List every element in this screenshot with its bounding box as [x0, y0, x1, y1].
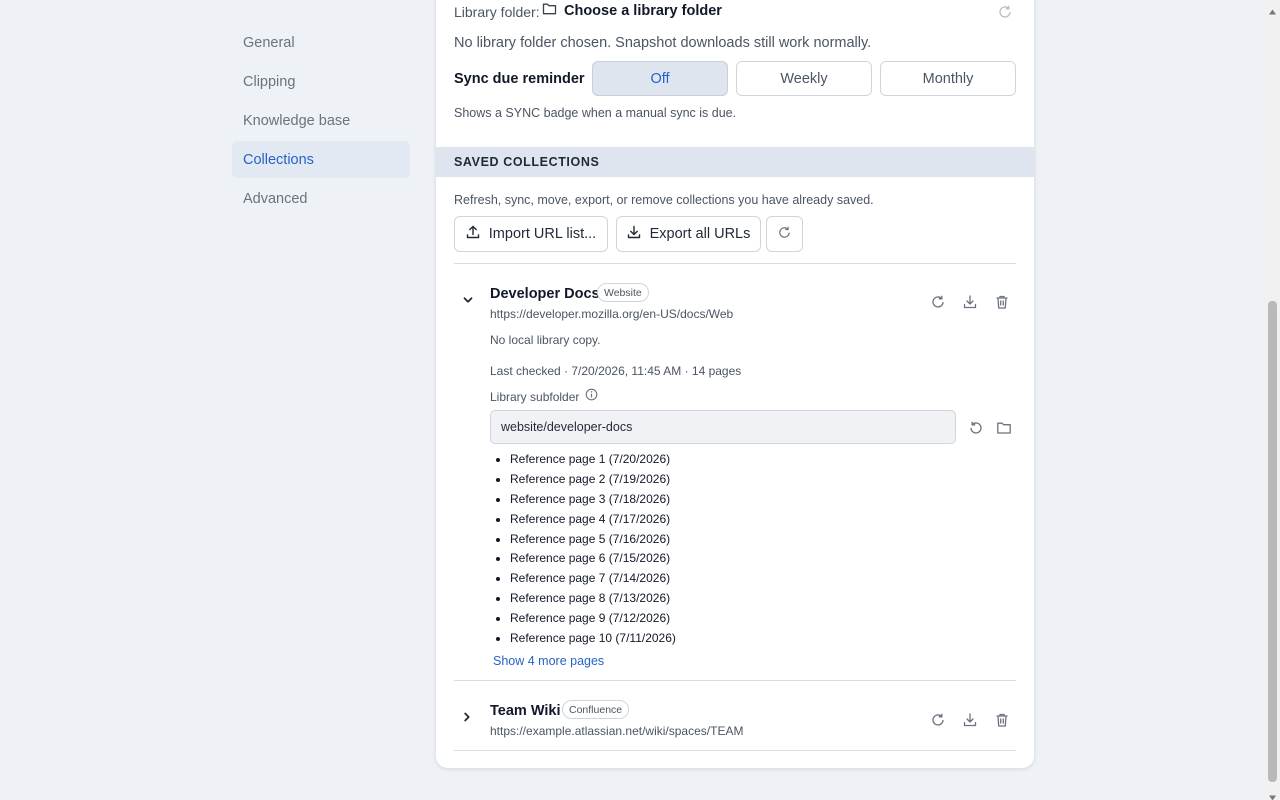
list-item: Reference page 2 (7/19/2026) [510, 470, 676, 490]
last-checked-text: Last checked · 7/20/2026, 11:45 AM · 14 … [490, 364, 742, 378]
collection-type-badge: Website [597, 283, 649, 302]
list-item: Reference page 9 (7/12/2026) [510, 609, 676, 629]
import-url-list-label: Import URL list... [488, 226, 597, 242]
refresh-icon [777, 225, 792, 244]
collection-name: Developer Docs [490, 286, 600, 302]
sidebar-item-knowledge-base[interactable]: Knowledge base [232, 102, 410, 139]
sidebar-item-collections[interactable]: Collections [232, 141, 410, 178]
chevron-down-icon[interactable] [461, 293, 475, 307]
library-status-text: No library folder chosen. Snapshot downl… [454, 35, 872, 51]
collection-url: https://example.atlassian.net/wiki/space… [490, 724, 744, 738]
list-item: Reference page 8 (7/13/2026) [510, 589, 676, 609]
choose-library-folder-label: Choose a library folder [564, 2, 722, 19]
collection-name: Team Wiki [490, 703, 561, 719]
sidebar-item-general[interactable]: General [232, 24, 410, 61]
collection-pages-list: Reference page 1 (7/20/2026) Reference p… [510, 450, 676, 649]
reset-icon[interactable] [968, 420, 984, 436]
refresh-icon[interactable] [930, 712, 946, 728]
trash-icon[interactable] [994, 712, 1010, 728]
scroll-down-arrow-icon[interactable] [1268, 789, 1277, 800]
sync-option-weekly[interactable]: Weekly [736, 61, 872, 96]
refresh-icon[interactable] [930, 294, 946, 310]
scroll-up-arrow-icon[interactable] [1268, 3, 1277, 15]
saved-collections-heading: SAVED COLLECTIONS [436, 147, 1034, 177]
sync-reminder-help: Shows a SYNC badge when a manual sync is… [454, 106, 737, 120]
choose-library-folder-button[interactable]: Choose a library folder [542, 2, 722, 19]
sync-option-monthly[interactable]: Monthly [880, 61, 1016, 96]
library-folder-label: Library folder: [454, 4, 540, 20]
list-item: Reference page 4 (7/17/2026) [510, 510, 676, 530]
collections-panel: Library folder: Choose a library folder … [436, 0, 1034, 768]
download-icon[interactable] [962, 294, 978, 310]
folder-icon[interactable] [996, 420, 1012, 436]
download-icon[interactable] [962, 712, 978, 728]
saved-collections-description: Refresh, sync, move, export, or remove c… [454, 193, 874, 207]
scrollbar-thumb[interactable] [1268, 301, 1277, 782]
divider [454, 680, 1016, 681]
list-item: Reference page 7 (7/14/2026) [510, 569, 676, 589]
import-url-list-button[interactable]: Import URL list... [454, 216, 608, 252]
list-item: Reference page 5 (7/16/2026) [510, 530, 676, 550]
sidebar-item-clipping[interactable]: Clipping [232, 63, 410, 100]
download-icon [627, 225, 641, 243]
list-item: Reference page 6 (7/15/2026) [510, 549, 676, 569]
library-subfolder-label-row: Library subfolder [490, 388, 598, 406]
refresh-icon[interactable] [997, 4, 1013, 20]
export-all-urls-button[interactable]: Export all URLs [616, 216, 761, 252]
list-item: Reference page 1 (7/20/2026) [510, 450, 676, 470]
collection-url: https://developer.mozilla.org/en-US/docs… [490, 307, 734, 321]
library-subfolder-input[interactable] [490, 410, 956, 444]
show-more-pages-link[interactable]: Show 4 more pages [493, 654, 604, 668]
sync-option-off[interactable]: Off [592, 61, 728, 96]
divider [454, 750, 1016, 751]
export-all-urls-label: Export all URLs [649, 226, 751, 242]
folder-icon [542, 2, 557, 19]
settings-sidebar: General Clipping Knowledge base Collecti… [232, 24, 410, 219]
collection-type-badge: Confluence [562, 700, 630, 719]
list-item: Reference page 3 (7/18/2026) [510, 490, 676, 510]
chevron-right-icon[interactable] [460, 710, 474, 724]
sidebar-item-advanced[interactable]: Advanced [232, 180, 410, 217]
sync-reminder-label: Sync due reminder [454, 71, 585, 87]
trash-icon[interactable] [994, 294, 1010, 310]
list-item: Reference page 10 (7/11/2026) [510, 629, 676, 649]
local-library-status: No local library copy. [490, 333, 601, 347]
divider [454, 263, 1016, 264]
refresh-all-button[interactable] [766, 216, 803, 252]
library-subfolder-label: Library subfolder [490, 390, 580, 404]
info-icon[interactable] [585, 388, 598, 406]
upload-icon [466, 225, 480, 243]
